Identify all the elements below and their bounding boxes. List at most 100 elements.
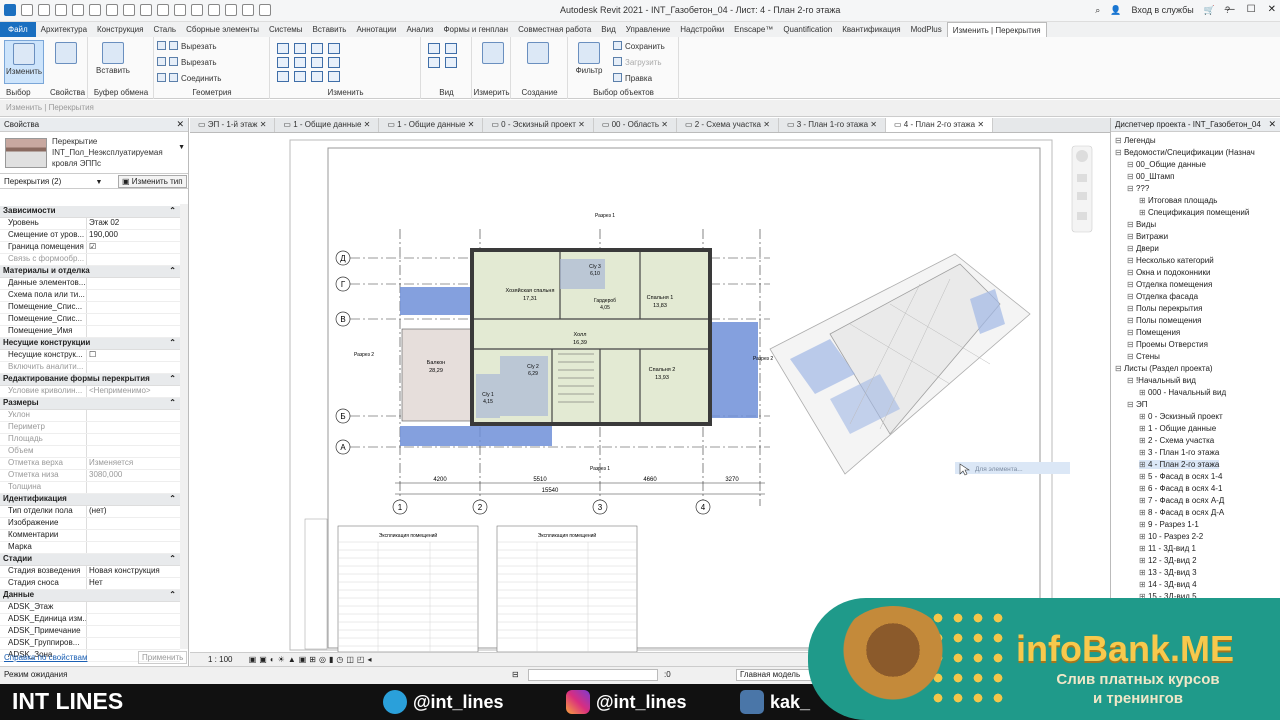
browser-item[interactable]: ⊟ Ведомости/Спецификации (Назнач <box>1115 148 1255 157</box>
property-value[interactable] <box>86 314 180 325</box>
navigation-bar[interactable] <box>1071 145 1093 233</box>
expand-icon[interactable]: ⊞ <box>1139 520 1148 529</box>
minimize-button[interactable]: — <box>1225 4 1235 15</box>
browser-item[interactable]: ⊟ ??? <box>1127 184 1149 193</box>
workset-icon[interactable]: ⊟ <box>512 670 519 679</box>
menu-tab[interactable]: Enscape™ <box>729 22 778 37</box>
property-value[interactable] <box>86 626 180 637</box>
property-value[interactable] <box>86 614 180 625</box>
close-icon[interactable]: ✕ <box>257 120 267 129</box>
property-row[interactable]: Условие криволин... <Неприменимо> <box>0 386 180 398</box>
browser-item[interactable]: ⊟ Полы помещения <box>1127 316 1202 325</box>
browser-item[interactable]: ⊞ 7 - Фасад в осях А-Д <box>1139 496 1224 505</box>
browser-item[interactable]: ⊟ Стены <box>1127 352 1160 361</box>
expand-icon[interactable]: ⊞ <box>1139 196 1148 205</box>
property-value[interactable]: (нет) <box>86 506 180 517</box>
property-row[interactable]: Смещение от уров... 190,000 <box>0 230 180 242</box>
properties-section[interactable]: Идентификация ⌃ <box>0 494 180 506</box>
join-button[interactable]: Соединить <box>157 73 221 83</box>
browser-item[interactable]: ⊟ Витражи <box>1127 232 1168 241</box>
expand-icon[interactable]: ⊟ <box>1127 172 1136 181</box>
property-row[interactable]: Схема пола или ти... <box>0 290 180 302</box>
browser-item[interactable]: ⊟ Помещения <box>1127 328 1180 337</box>
property-value[interactable]: 3080,000 <box>86 470 180 481</box>
property-value[interactable] <box>86 422 180 433</box>
properties-section[interactable]: Материалы и отделка ⌃ <box>0 266 180 278</box>
property-value[interactable] <box>86 290 180 301</box>
collapse-icon[interactable]: ⌃ <box>169 374 176 385</box>
move-icon[interactable] <box>277 57 289 68</box>
property-row[interactable]: Отметка низа 3080,000 <box>0 470 180 482</box>
property-value[interactable] <box>86 302 180 313</box>
property-row[interactable]: ADSK_Этаж <box>0 602 180 614</box>
view-tab[interactable]: ▭ ЭП - 1-й этаж ✕ <box>190 118 276 132</box>
property-row[interactable]: Площадь <box>0 434 180 446</box>
dimension-icon[interactable] <box>140 4 152 16</box>
property-row[interactable]: ADSK_Единица изм... <box>0 614 180 626</box>
expand-icon[interactable]: ⊟ <box>1127 400 1136 409</box>
menu-tab[interactable]: ModPlus <box>906 22 947 37</box>
collapse-icon[interactable]: ⌃ <box>169 590 176 601</box>
property-value[interactable] <box>86 434 180 445</box>
load-selection-button[interactable]: Загрузить <box>613 57 662 67</box>
menu-tab[interactable]: Надстройки <box>675 22 729 37</box>
view-tab[interactable]: ▭ 00 - Область ✕ <box>594 118 677 132</box>
property-row[interactable]: Толщина <box>0 482 180 494</box>
properties-section[interactable]: Редактирование формы перекрытия ⌃ <box>0 374 180 386</box>
expand-icon[interactable]: ⊟ <box>1127 232 1136 241</box>
view-tab[interactable]: ▭ 2 - Схема участка ✕ <box>677 118 779 132</box>
edit-selection-button[interactable]: Правка <box>613 73 652 83</box>
workset-field[interactable] <box>528 669 658 681</box>
expand-icon[interactable]: ⊞ <box>1139 568 1148 577</box>
properties-section[interactable]: Размеры ⌃ <box>0 398 180 410</box>
view-tools[interactable] <box>428 43 457 68</box>
browser-item[interactable]: ⊟ !Начальный вид <box>1127 376 1196 385</box>
modify-tools[interactable] <box>277 43 340 82</box>
instance-filter[interactable]: Перекрытия (2) ▼ ▣ Изменить тип <box>0 174 188 189</box>
property-value[interactable] <box>86 530 180 541</box>
menu-tab[interactable]: Управление <box>621 22 675 37</box>
expand-icon[interactable]: ⊞ <box>1139 472 1148 481</box>
browser-item[interactable]: ⊞ 6 - Фасад в осях 4-1 <box>1139 484 1222 493</box>
browser-item[interactable]: ⊟ ЭП <box>1127 400 1147 409</box>
quick-access-toolbar[interactable] <box>4 4 271 16</box>
expand-icon[interactable]: ⊞ <box>1139 532 1148 541</box>
menu-tab[interactable]: Файл <box>0 22 36 37</box>
sync-icon[interactable] <box>55 4 67 16</box>
expand-icon[interactable]: ⊞ <box>1139 508 1148 517</box>
expand-icon[interactable]: ⊟ <box>1127 304 1136 313</box>
sheet-svg[interactable]: Д Г В Б А 1 2 3 4 4200 5510 4660 3270 15… <box>190 134 1100 653</box>
expand-icon[interactable]: ⊟ <box>1127 256 1136 265</box>
property-value[interactable]: Изменяется <box>86 458 180 469</box>
cope-button[interactable]: Вырезать <box>157 41 217 51</box>
property-value[interactable]: Нет <box>86 578 180 589</box>
property-row[interactable]: Помещение_Спис... <box>0 314 180 326</box>
browser-item[interactable]: ⊞ 2 - Схема участка <box>1139 436 1214 445</box>
properties-section[interactable]: Несущие конструкции ⌃ <box>0 338 180 350</box>
steering-wheel-icon[interactable] <box>1076 150 1088 162</box>
expand-icon[interactable]: ⊞ <box>1139 460 1148 469</box>
copy-icon[interactable] <box>294 57 306 68</box>
property-value[interactable]: ☐ <box>86 350 180 361</box>
expand-icon[interactable]: ⊞ <box>1139 424 1148 433</box>
view-tab[interactable]: ▭ 4 - План 2-го этажа ✕ <box>886 118 994 132</box>
property-value[interactable] <box>86 326 180 337</box>
browser-item[interactable]: ⊞ 9 - Разрез 1-1 <box>1139 520 1199 529</box>
collapse-icon[interactable]: ⌃ <box>169 206 176 217</box>
save-selection-button[interactable]: Сохранить <box>613 41 665 51</box>
collapse-icon[interactable]: ⌃ <box>169 266 176 277</box>
browser-item[interactable]: ⊟ Листы (Раздел проекта) <box>1115 364 1213 373</box>
expand-icon[interactable]: ⊞ <box>1139 544 1148 553</box>
properties-scrollbar[interactable] <box>180 204 188 649</box>
property-row[interactable]: Изображение <box>0 518 180 530</box>
property-row[interactable]: Данные элементов... <box>0 278 180 290</box>
revit-logo-icon[interactable] <box>4 4 16 16</box>
browser-item[interactable]: ⊟ Полы перекрытия <box>1127 304 1202 313</box>
view-control-icons[interactable]: ▣▣◐☀▲▣⊞◎▮◷◫◰◂ <box>249 655 375 664</box>
pin-icon[interactable] <box>328 71 340 82</box>
mirror-icon[interactable] <box>311 43 323 54</box>
zoom-region-icon[interactable] <box>1077 212 1087 220</box>
browser-item[interactable]: ⊞ 0 - Эскизный проект <box>1139 412 1223 421</box>
array-icon[interactable] <box>294 71 306 82</box>
menu-tab[interactable]: Архитектура <box>36 22 92 37</box>
